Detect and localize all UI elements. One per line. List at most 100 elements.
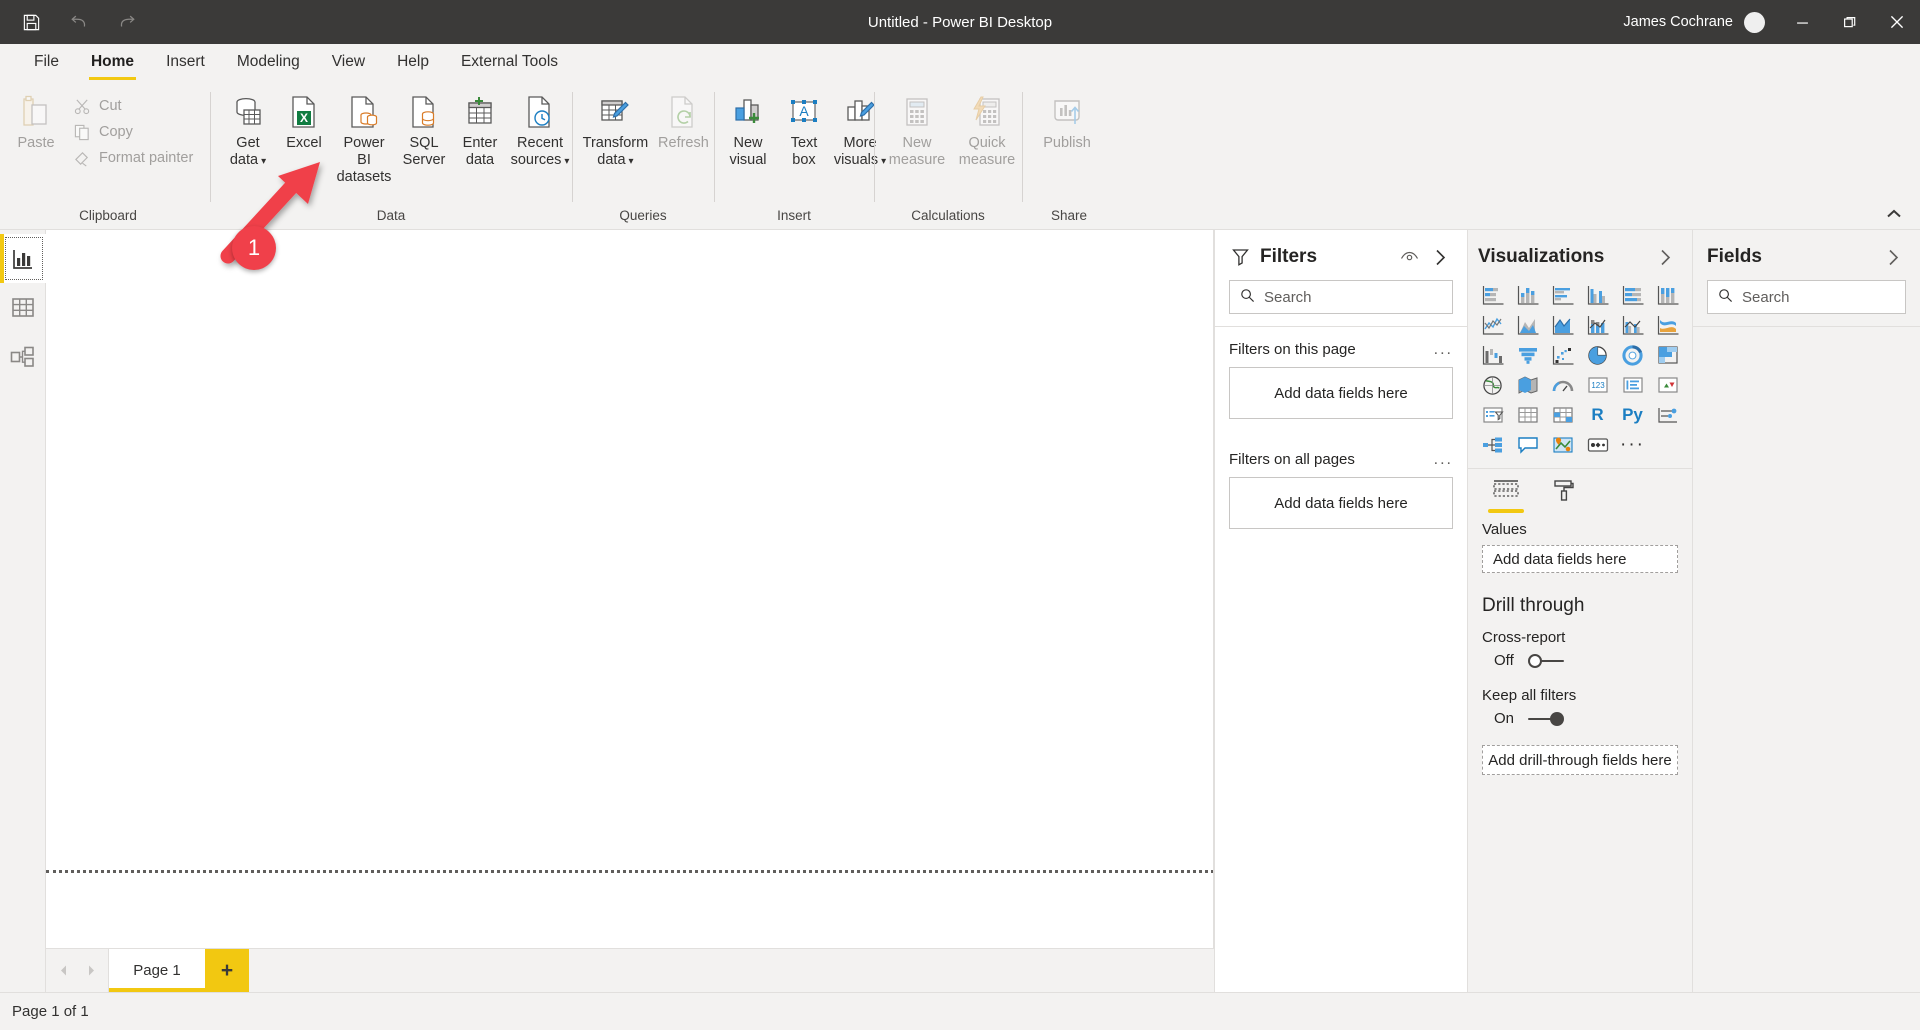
recent-sources-button[interactable]: Recent sources▾ (508, 89, 572, 170)
filters-search-input[interactable]: Search (1229, 280, 1453, 314)
kpi-icon[interactable] (1651, 372, 1684, 398)
copy-button[interactable]: Copy (66, 119, 199, 145)
multi-row-card-icon[interactable] (1616, 372, 1649, 398)
slicer-icon[interactable] (1476, 402, 1509, 428)
waterfall-chart-icon[interactable] (1476, 342, 1509, 368)
new-visual-button[interactable]: New visual (720, 89, 776, 169)
quick-measure-button[interactable]: Quick measure (952, 89, 1022, 169)
tab-view[interactable]: View (316, 44, 381, 80)
keep-all-filters-toggle-row[interactable]: On (1482, 710, 1678, 727)
enter-data-button[interactable]: Enter data (452, 89, 508, 169)
eye-hide-icon[interactable] (1398, 246, 1420, 268)
transform-data-button[interactable]: Transform data▾ (578, 89, 653, 170)
sql-server-button[interactable]: SQL Server (396, 89, 452, 169)
tab-file[interactable]: File (18, 44, 75, 80)
funnel-chart-icon[interactable] (1511, 342, 1544, 368)
qa-visual-icon[interactable] (1511, 432, 1544, 458)
100-stacked-bar-chart-icon[interactable] (1616, 282, 1649, 308)
stacked-bar-chart-icon[interactable] (1476, 282, 1509, 308)
text-box-button[interactable]: A Text box (776, 89, 832, 169)
cut-button[interactable]: Cut (66, 93, 199, 119)
canvas-page-boundary (46, 870, 1214, 873)
matrix-icon[interactable] (1546, 402, 1579, 428)
line-stacked-column-chart-icon[interactable] (1581, 312, 1614, 338)
values-dropzone[interactable]: Add data fields here (1482, 545, 1678, 573)
r-script-visual-icon[interactable]: R (1581, 402, 1614, 428)
add-page-button[interactable]: + (205, 949, 249, 992)
key-influencers-icon[interactable] (1651, 402, 1684, 428)
chevron-right-icon[interactable] (78, 949, 104, 993)
scatter-chart-icon[interactable] (1546, 342, 1579, 368)
filters-on-this-page-label: Filters on this page (1229, 341, 1356, 358)
section-menu-button[interactable]: ... (1434, 345, 1453, 355)
tab-home[interactable]: Home (75, 44, 150, 80)
clustered-bar-chart-icon[interactable] (1546, 282, 1579, 308)
tab-external-tools[interactable]: External Tools (445, 44, 574, 80)
page-tab-page-1[interactable]: Page 1 (109, 949, 205, 992)
search-icon (1718, 288, 1733, 307)
tab-insert[interactable]: Insert (150, 44, 221, 80)
more-options-icon[interactable]: ··· (1616, 432, 1649, 458)
treemap-icon[interactable] (1651, 342, 1684, 368)
filters-page-dropzone[interactable]: Add data fields here (1229, 367, 1453, 419)
tab-help[interactable]: Help (381, 44, 445, 80)
map-icon[interactable] (1476, 372, 1509, 398)
format-painter-button[interactable]: Format painter (66, 145, 199, 171)
power-bi-datasets-button[interactable]: Power BI datasets (332, 89, 396, 186)
collapse-ribbon-button[interactable] (1882, 204, 1906, 224)
view-switcher-sidebar (0, 230, 46, 992)
donut-chart-icon[interactable] (1616, 342, 1649, 368)
chevron-left-icon[interactable] (50, 949, 76, 993)
undo-icon[interactable] (62, 7, 96, 37)
save-icon[interactable] (14, 7, 48, 37)
ribbon-chart-icon[interactable] (1651, 312, 1684, 338)
paginated-report-icon[interactable] (1581, 432, 1614, 458)
close-icon[interactable] (1873, 0, 1920, 44)
keep-all-filters-switch[interactable] (1528, 712, 1564, 726)
account-area[interactable]: James Cochrane (1623, 12, 1779, 33)
excel-button[interactable]: X Excel (276, 89, 332, 152)
new-measure-button[interactable]: New measure (882, 89, 952, 169)
python-visual-icon[interactable]: Py (1616, 402, 1649, 428)
line-chart-icon[interactable] (1476, 312, 1509, 338)
cross-report-toggle-row[interactable]: Off (1482, 652, 1678, 669)
stacked-column-chart-icon[interactable] (1511, 282, 1544, 308)
chevron-right-icon[interactable] (1429, 246, 1451, 268)
cross-report-switch[interactable] (1528, 654, 1564, 668)
sidebar-item-report-view[interactable] (0, 234, 46, 283)
100-stacked-column-chart-icon[interactable] (1651, 282, 1684, 308)
gauge-icon[interactable] (1546, 372, 1579, 398)
section-menu-button[interactable]: ... (1434, 455, 1453, 465)
publish-button[interactable]: Publish (1028, 89, 1106, 152)
format-tab[interactable] (1544, 479, 1584, 513)
redo-icon[interactable] (110, 7, 144, 37)
avatar[interactable] (1744, 12, 1765, 33)
area-chart-icon[interactable] (1511, 312, 1544, 338)
line-clustered-column-chart-icon[interactable] (1616, 312, 1649, 338)
minimize-icon[interactable] (1779, 0, 1826, 44)
paste-button[interactable]: Paste (6, 89, 66, 152)
pie-chart-icon[interactable] (1581, 342, 1614, 368)
arcgis-map-icon[interactable] (1546, 432, 1579, 458)
visual-field-wells: Values Add data fields here Drill throug… (1468, 513, 1692, 775)
sidebar-item-model-view[interactable] (0, 332, 46, 381)
drill-through-dropzone[interactable]: Add drill-through fields here (1482, 745, 1678, 775)
refresh-button[interactable]: Refresh (653, 89, 714, 152)
fields-tab[interactable] (1486, 479, 1526, 513)
report-canvas[interactable] (46, 230, 1214, 948)
filters-all-pages-dropzone[interactable]: Add data fields here (1229, 477, 1453, 529)
get-data-button[interactable]: Get data▾ (220, 89, 276, 170)
tab-modeling[interactable]: Modeling (221, 44, 316, 80)
filled-map-icon[interactable] (1511, 372, 1544, 398)
decomposition-tree-icon[interactable] (1476, 432, 1509, 458)
chevron-right-icon[interactable] (1654, 246, 1676, 268)
chevron-right-icon[interactable] (1882, 246, 1904, 268)
clustered-column-chart-icon[interactable] (1581, 282, 1614, 308)
maximize-icon[interactable] (1826, 0, 1873, 44)
stacked-area-chart-icon[interactable] (1546, 312, 1579, 338)
fields-search-input[interactable]: Search (1707, 280, 1906, 314)
table-icon[interactable] (1511, 402, 1544, 428)
text-box-label: Text box (791, 135, 818, 169)
sidebar-item-data-view[interactable] (0, 283, 46, 332)
card-icon[interactable]: 123 (1581, 372, 1614, 398)
